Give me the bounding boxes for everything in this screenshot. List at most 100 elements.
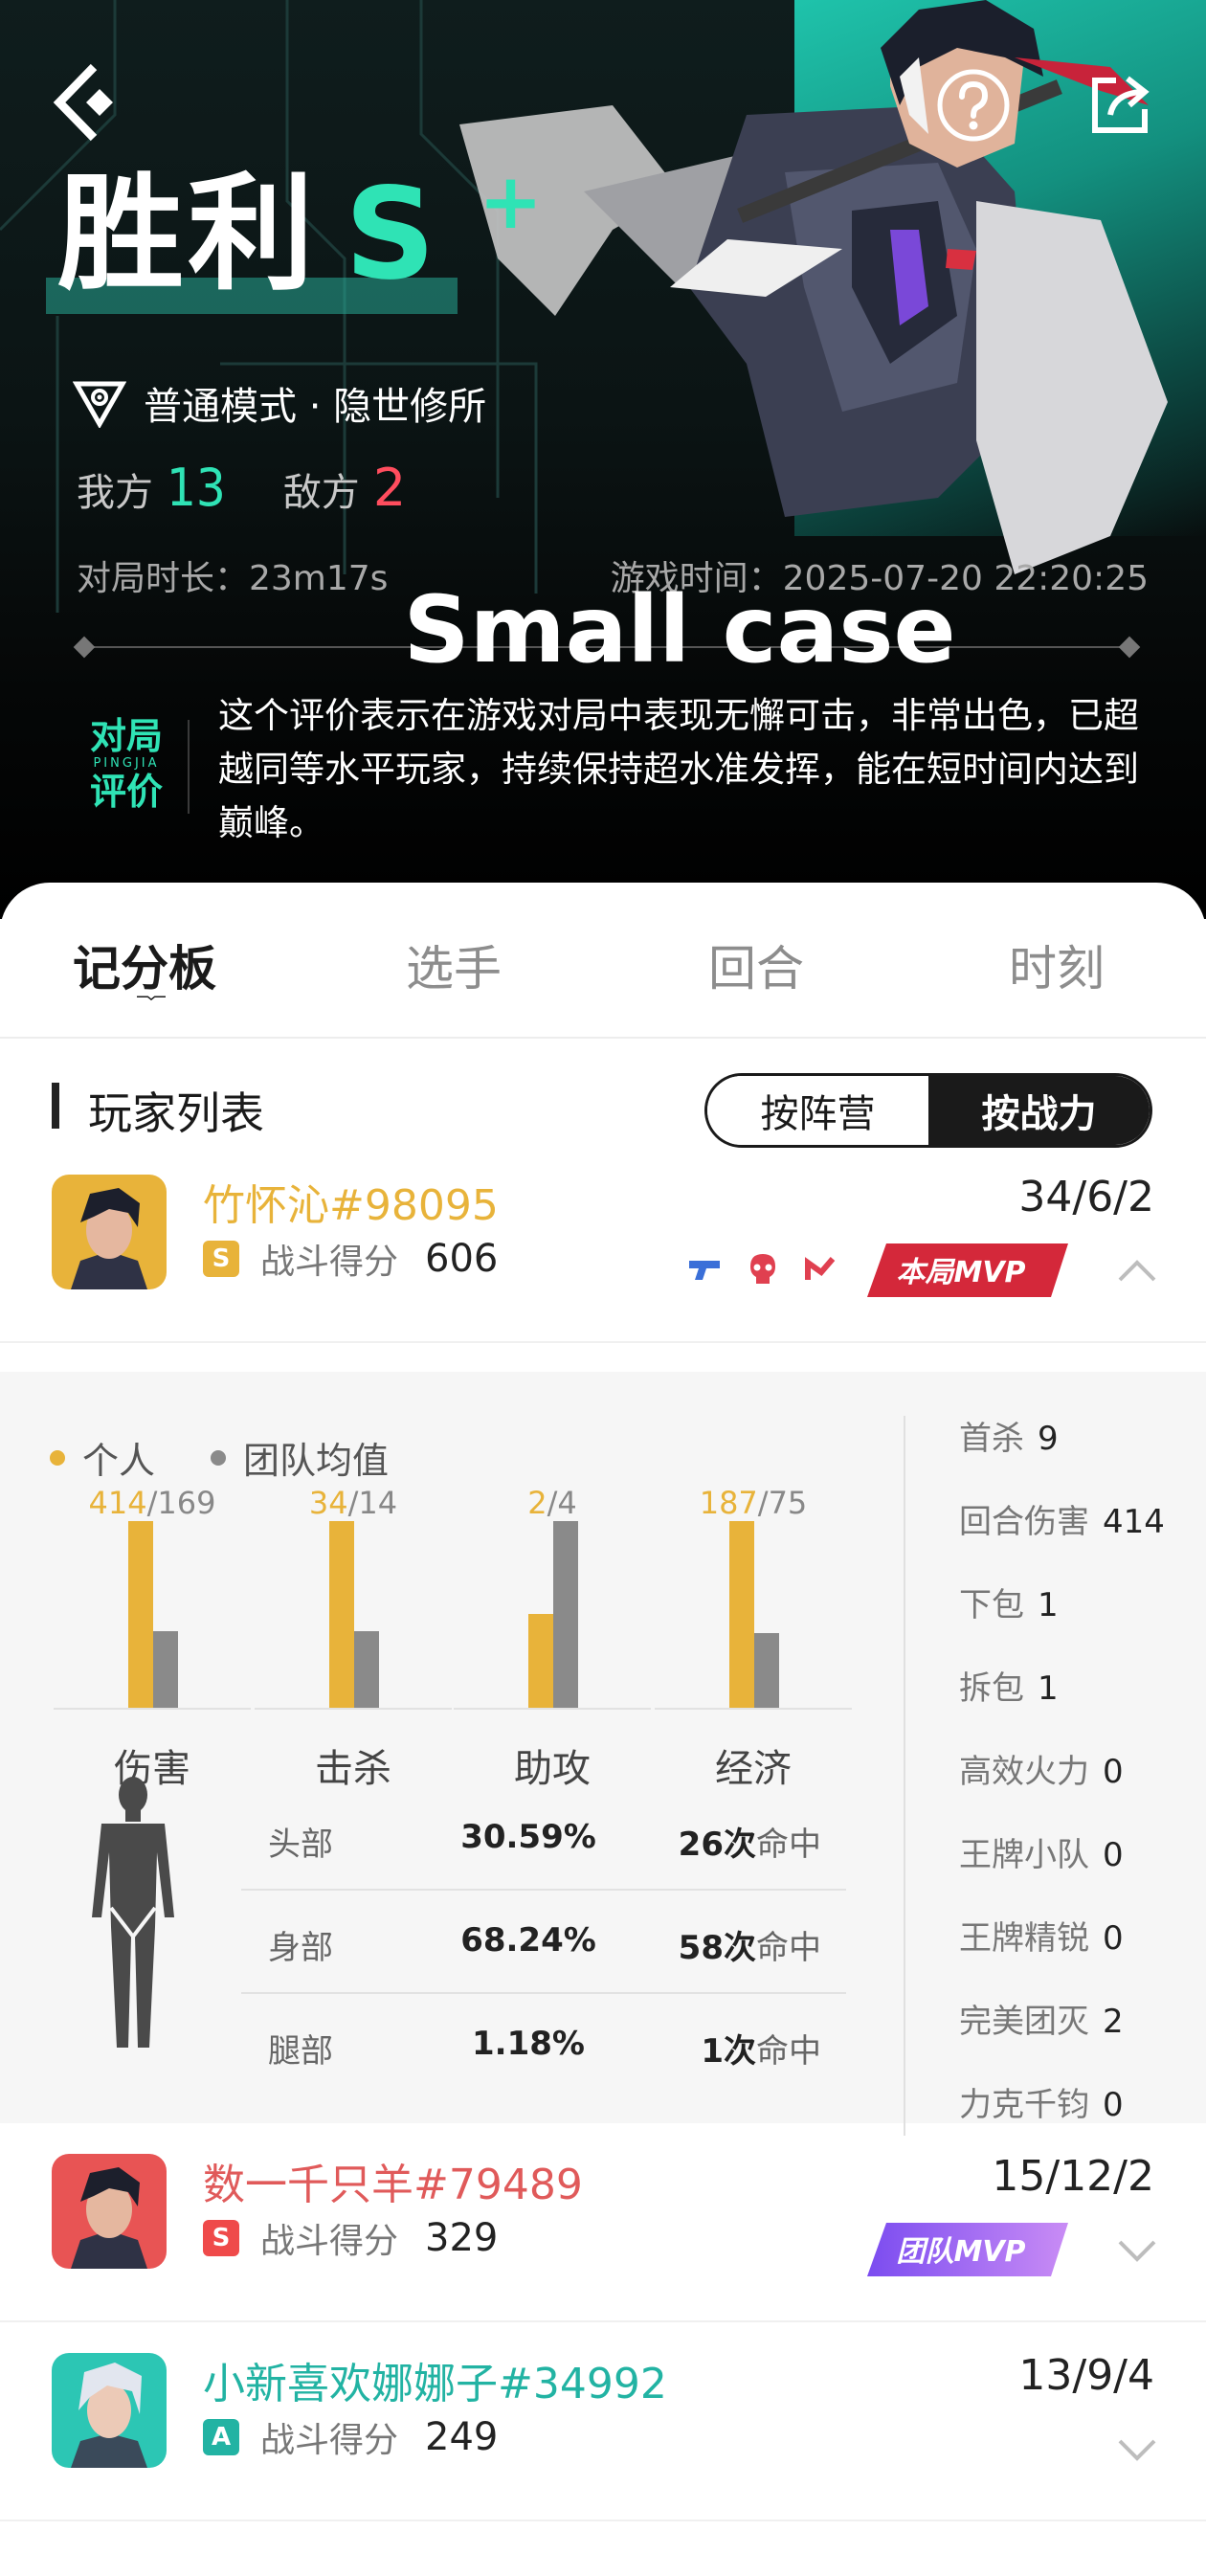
chevron-up-icon[interactable]: [1116, 1257, 1158, 1284]
player-name[interactable]: 小新喜欢娜娜子#34992: [203, 2349, 667, 2410]
back-arrow-icon: [53, 63, 113, 142]
team-average-bar: [553, 1521, 578, 1708]
player-kda: 15/12/2: [992, 2152, 1154, 2201]
player-row-2[interactable]: 数一千只羊#79489 S 战斗得分 329 团队MVP 15/12/2: [0, 2123, 1206, 2322]
team-value-label: /169: [146, 1485, 216, 1521]
category-label: 击杀: [315, 1747, 391, 1791]
bar-group: 187/75 经济: [655, 1485, 852, 1791]
mvp-badge-label: 本局MVP: [896, 1256, 1025, 1289]
hit-count-value: 26次: [678, 1826, 756, 1864]
chevron-down-icon[interactable]: [1116, 2435, 1158, 2462]
tab-scoreboard[interactable]: 记分板: [73, 930, 216, 999]
game-mode-icon: [73, 381, 126, 428]
mvp-badge-label: 团队MVP: [896, 2235, 1025, 2269]
evaluation-badge: 对局 PINGJIA 评价: [69, 716, 184, 821]
stat-row: 王牌小队 0: [959, 1828, 1198, 1912]
player-avatar: [52, 2154, 167, 2269]
bar-value-label: 414/169: [54, 1485, 251, 1521]
tab-moments[interactable]: 时刻: [1009, 930, 1105, 999]
tab-players[interactable]: 选手: [406, 930, 502, 999]
legend-dot-personal: [50, 1449, 65, 1466]
combat-score-label: 战斗得分: [260, 1243, 399, 1282]
personal-bar: [528, 1614, 553, 1708]
chart-legend: 个人 团队均值: [50, 1431, 389, 1484]
bar-value-label: 187/75: [655, 1485, 852, 1521]
result-rank-plus: +: [479, 157, 544, 246]
player-list-title: 玩家列表: [88, 1087, 264, 1139]
player-row-3[interactable]: 小新喜欢娜娜子#34992 A 战斗得分 249 13/9/4: [0, 2322, 1206, 2521]
stat-label: 王牌精锐: [959, 1919, 1089, 1958]
player-name[interactable]: 数一千只羊#79489: [203, 2150, 583, 2211]
hit-row-body: 身部 68.24% 58次命中: [241, 1891, 846, 1994]
bar-value-label: 34/14: [255, 1485, 452, 1521]
player-rank-chip: A: [203, 2419, 239, 2455]
stat-label: 拆包: [959, 1669, 1024, 1708]
hit-count: 58次命中: [679, 1921, 821, 1968]
section-marker: [52, 1083, 59, 1129]
team-average-bar: [354, 1631, 379, 1708]
category-label: 助攻: [514, 1747, 591, 1791]
player-kda: 34/6/2: [1018, 1173, 1154, 1221]
chevron-down-icon[interactable]: [1116, 2236, 1158, 2263]
stat-label: 高效火力: [959, 1753, 1089, 1791]
stat-value: 1: [1038, 1669, 1059, 1708]
player-avatar: [52, 2353, 167, 2468]
stat-value: 0: [1103, 1836, 1124, 1874]
hit-row-head: 头部 30.59% 26次命中: [241, 1787, 846, 1891]
stat-label: 王牌小队: [959, 1836, 1089, 1874]
stat-value: 1: [1038, 1586, 1059, 1624]
hit-percentage: 30.59%: [460, 1818, 596, 1856]
team-score-row: 我方 13 敌方 2: [77, 458, 406, 518]
team-average-bar: [754, 1633, 779, 1708]
team-average-bar: [153, 1631, 178, 1708]
personal-value-label: 2: [527, 1485, 547, 1521]
category-label: 经济: [715, 1747, 792, 1791]
personal-value-label: 414: [88, 1485, 147, 1521]
stat-row: 高效火力 0: [959, 1745, 1198, 1828]
player-name[interactable]: 竹怀沁#98095: [203, 1171, 499, 1232]
combat-score-value: 606: [425, 1237, 499, 1281]
team-mvp-badge: 团队MVP: [867, 2223, 1068, 2276]
legend-personal-label: 个人: [82, 1440, 156, 1482]
stat-label: 首杀: [959, 1420, 1024, 1458]
hit-count-suffix: 命中: [756, 1826, 821, 1864]
combat-score-label: 战斗得分: [260, 2421, 399, 2460]
team-value-label: /14: [347, 1485, 398, 1521]
player-row-1[interactable]: 竹怀沁#98095 S 战斗得分 606 本局MVP 34/6/2: [0, 1144, 1206, 1343]
sort-by-team-option[interactable]: 按阵营: [707, 1076, 928, 1145]
stat-row: 完美团灭 2: [959, 1995, 1198, 2078]
player-list-header: 玩家列表 按阵营 按战力: [0, 1039, 1206, 1148]
hit-percentage: 68.24%: [460, 1921, 596, 1960]
stat-row: 王牌精锐 0: [959, 1912, 1198, 1995]
sort-by-power-option[interactable]: 按战力: [928, 1076, 1150, 1145]
enemy-team-score: 2: [372, 458, 407, 518]
help-button[interactable]: [933, 65, 1014, 146]
match-mvp-badge: 本局MVP: [867, 1243, 1068, 1297]
stat-value: 0: [1103, 1919, 1124, 1958]
combat-score-label: 战斗得分: [260, 2222, 399, 2261]
player-kda: 13/9/4: [1018, 2351, 1154, 2400]
back-button[interactable]: [50, 59, 126, 146]
hit-row-legs: 腿部 1.18% 1次命中: [241, 1994, 846, 2097]
legend-dot-team: [211, 1449, 227, 1466]
stat-row: 拆包 1: [959, 1662, 1198, 1745]
game-mode-row: 普通模式 · 隐世修所: [73, 375, 486, 431]
hit-percentage: 1.18%: [472, 2025, 585, 2063]
share-button[interactable]: [1082, 67, 1158, 144]
bar-plot-area: [454, 1521, 651, 1710]
bar-plot-area: [255, 1521, 452, 1710]
evaluation-badge-pinyin: PINGJIA: [93, 756, 160, 771]
hit-part-label: 头部: [268, 1826, 333, 1864]
player-achievement-icons: [687, 1251, 838, 1288]
stat-value: 2: [1103, 2003, 1124, 2041]
stat-label: 下包: [959, 1586, 1024, 1624]
personal-bar: [128, 1521, 153, 1708]
bar-value-label: 2/4: [454, 1485, 651, 1521]
evaluation-badge-bottom: 评价: [89, 771, 163, 813]
rebound-arrow-icon: [805, 1257, 836, 1280]
evaluation-separator: [188, 720, 190, 814]
stat-label: 力克千钧: [959, 2086, 1089, 2124]
tab-rounds[interactable]: 回合: [708, 930, 804, 999]
hit-count: 26次命中: [679, 1818, 821, 1865]
evaluation-badge-top: 对局: [89, 715, 163, 757]
